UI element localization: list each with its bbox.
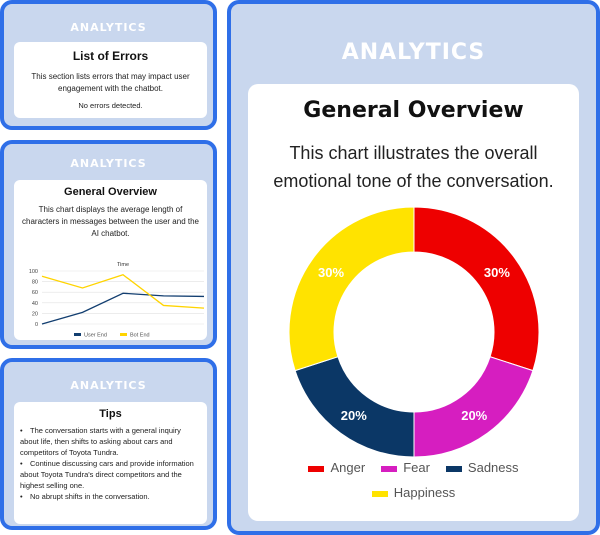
legend-swatch (381, 465, 398, 472)
tip-item: • No abrupt shifts in the conversation. (20, 492, 150, 501)
legend-swatch (308, 465, 325, 472)
tips-card: Tips • The conversation starts with a gen… (14, 402, 207, 524)
length-title: General Overview (64, 186, 157, 198)
length-panel: ANALYTICS General Overview This chart di… (0, 140, 217, 349)
overview-card: General Overview This chart illustrates … (248, 84, 579, 521)
tips-panel: ANALYTICS Tips • The conversation starts … (0, 358, 217, 530)
legend-item-happiness: Happiness (371, 485, 456, 500)
legend-label: User End (84, 333, 107, 339)
slice-label: 20% (461, 408, 487, 423)
length-description: This chart displays the average length o… (22, 205, 199, 238)
legend-label: Anger (330, 460, 366, 475)
errors-status: No errors detected. (78, 101, 143, 110)
tips-list: • The conversation starts with a general … (14, 425, 207, 502)
slice-happiness (288, 206, 415, 372)
slice-fear (413, 356, 534, 458)
slice-sadness (294, 356, 415, 458)
y-tick-label: 0 (35, 322, 38, 328)
legend-label: Fear (403, 460, 430, 475)
length-panel-header: ANALYTICS (70, 157, 147, 170)
tips-title: Tips (99, 408, 122, 420)
legend-label: Happiness (393, 485, 456, 500)
donut-legend: Anger Fear Sadness Happiness (248, 460, 579, 510)
overview-panel: ANALYTICS General Overview This chart il… (227, 0, 600, 535)
bullet-icon: • (20, 459, 23, 468)
line-chart-title: Time (117, 262, 129, 268)
y-tick-label: 40 (32, 301, 38, 307)
legend-label: Bot End (130, 333, 150, 339)
slice-label: 30% (484, 265, 510, 280)
tip-item: • The conversation starts with a general … (20, 426, 181, 457)
legend-swatch (74, 333, 81, 336)
legend-item-fear: Fear (381, 460, 430, 475)
errors-panel: ANALYTICS List of Errors This section li… (0, 0, 217, 130)
legend-item-sadness: Sadness (445, 460, 519, 475)
y-tick-label: 20 (32, 311, 38, 317)
y-tick-label: 80 (32, 280, 38, 286)
y-tick-label: 100 (29, 269, 38, 275)
errors-panel-header: ANALYTICS (70, 21, 147, 34)
slice-label: 30% (318, 265, 344, 280)
y-tick-label: 60 (32, 290, 38, 296)
errors-card: List of Errors This section lists errors… (14, 42, 207, 118)
slice-anger (413, 206, 540, 372)
bullet-icon: • (20, 492, 23, 501)
tip-item: • Continue discussing cars and provide in… (20, 459, 194, 490)
errors-description: This section lists errors that may impac… (31, 72, 190, 93)
overview-panel-header: ANALYTICS (341, 40, 486, 65)
tips-panel-header: ANALYTICS (70, 379, 147, 392)
series-line-user-end (41, 292, 205, 325)
legend-item-anger: Anger (308, 460, 365, 475)
legend-label: Sadness (467, 460, 519, 475)
bullet-icon: • (20, 426, 23, 435)
donut-chart: 30% 20% 20% 30% (288, 206, 540, 458)
legend-swatch (371, 490, 388, 497)
length-card: General Overview This chart displays the… (14, 180, 207, 340)
slice-label: 20% (341, 408, 367, 423)
legend-swatch (445, 465, 462, 472)
legend-swatch (120, 333, 127, 336)
errors-title: List of Errors (72, 49, 149, 63)
line-chart: Time 0 20 40 60 80 100 User End Bot End (29, 262, 205, 339)
